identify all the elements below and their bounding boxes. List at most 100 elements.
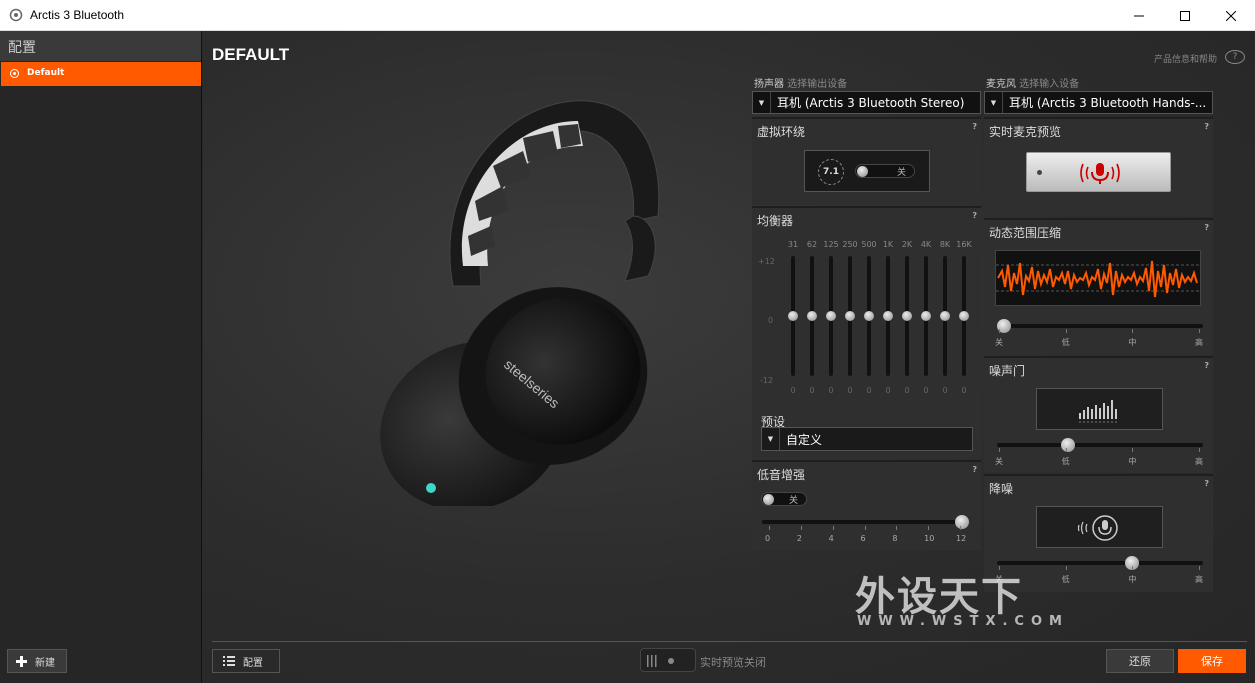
virtual-surround-panel: 虚拟环绕 ? 7.1 关 (752, 117, 981, 205)
slider-tick-mark (1199, 329, 1200, 333)
surround-71-icon: 7.1 (818, 159, 844, 185)
slider-tick-label: 6 (860, 534, 866, 543)
sidebar: 配置 Default 新建 (0, 31, 202, 683)
sidebar-item-label: Default (27, 68, 65, 78)
eq-freq-label: 250 (842, 240, 858, 249)
noise-reduction-visual (1036, 506, 1163, 548)
eq-band-knob[interactable] (883, 311, 893, 321)
eq-freq-label: 500 (861, 240, 877, 249)
slider-tick-mark (1065, 566, 1067, 570)
eq-freq-label: 1K (882, 240, 894, 249)
save-button[interactable]: 保存 (1178, 649, 1246, 673)
product-help-link[interactable]: 产品信息和帮助 (1154, 52, 1217, 65)
config-button[interactable]: 配置 (212, 649, 280, 673)
close-button[interactable] (1208, 0, 1254, 31)
eq-band-knob[interactable] (921, 311, 931, 321)
eq-band-knob[interactable] (864, 311, 874, 321)
eq-band-value: 0 (885, 386, 891, 395)
noise-reduction-slider[interactable] (997, 556, 1203, 570)
output-device-select[interactable]: ▼ 耳机 (Arctis 3 Bluetooth Stereo) (752, 91, 981, 114)
slider-knob[interactable] (1061, 438, 1075, 452)
slider-tick-mark (1065, 448, 1067, 452)
chevron-down-icon: ▼ (753, 92, 771, 113)
eq-band-knob[interactable] (807, 311, 817, 321)
mic-preview-button[interactable] (1026, 152, 1171, 192)
slider-tick-label: 低 (1061, 338, 1070, 347)
eq-band-value: 0 (790, 386, 796, 395)
surround-control: 7.1 关 (804, 150, 930, 192)
eq-band-knob[interactable] (788, 311, 798, 321)
eq-preset-select[interactable]: ▼ 自定义 (761, 427, 973, 451)
noise-gate-title: 噪声门 (989, 364, 1026, 378)
status-dot (1037, 170, 1042, 175)
page-title: DEFAULT (212, 45, 290, 64)
toggle-knob (857, 166, 868, 177)
noise-gate-slider[interactable] (997, 438, 1203, 452)
slider-tick-label: 8 (892, 534, 898, 543)
dynamic-range-slider[interactable] (997, 319, 1203, 333)
chevron-down-icon: ▼ (762, 428, 780, 450)
sidebar-item-default[interactable]: Default (1, 62, 201, 86)
maximize-icon (1180, 10, 1190, 21)
slider-tick-label: 中 (1128, 338, 1137, 347)
slider-tick-label: 10 (924, 534, 935, 543)
chevron-down-icon: ▼ (985, 92, 1003, 113)
slider-tick-mark (928, 526, 930, 530)
slider-tick-label: 高 (1195, 338, 1203, 347)
slider-tick-label: 12 (956, 534, 967, 543)
live-preview-switch[interactable] (640, 648, 696, 672)
help-bubble-icon[interactable]: ? (1225, 50, 1245, 64)
slider-tick-mark (769, 526, 770, 530)
help-icon[interactable]: ? (972, 122, 977, 131)
slider-tick-mark (999, 329, 1000, 333)
eq-band-knob[interactable] (959, 311, 969, 321)
eq-freq-label: 125 (823, 240, 839, 249)
help-icon[interactable]: ? (1204, 361, 1209, 370)
eq-band-value: 0 (809, 386, 815, 395)
output-device-label: 扬声器 选择输出设备 (754, 75, 847, 90)
equalizer-panel: 均衡器 ? +12 0 -12 31 0 62 0 125 0 250 0 500 0 1K 0 2K 0… (752, 206, 981, 459)
bass-boost-slider[interactable] (762, 515, 969, 529)
waveform-graph (995, 250, 1201, 306)
eq-freq-label: 4K (920, 240, 932, 249)
slider-tick-mark (896, 526, 898, 530)
microphone-noise-icon (1077, 515, 1118, 541)
help-icon[interactable]: ? (1204, 122, 1209, 131)
new-config-button[interactable]: 新建 (7, 649, 67, 673)
output-label-text: 扬声器 (754, 79, 784, 90)
selected-indicator-icon (10, 69, 19, 78)
slider-tick-label: 关 (995, 338, 1003, 347)
eq-freq-label: 2K (901, 240, 913, 249)
eq-scale-mid: 0 (768, 316, 774, 325)
eq-band-knob[interactable] (826, 311, 836, 321)
slider-tick-label: 高 (1195, 575, 1203, 584)
minimize-button[interactable] (1116, 0, 1162, 31)
virtual-surround-toggle[interactable]: 关 (855, 164, 915, 178)
help-icon[interactable]: ? (972, 211, 977, 220)
dynamic-range-panel: 动态范围压缩 ? 关 低 中 高 (984, 218, 1213, 355)
help-icon[interactable]: ? (1204, 223, 1209, 232)
restore-button[interactable]: 还原 (1106, 649, 1174, 673)
watermark-url: WWW.WSTX.COM (857, 614, 1069, 629)
slider-tick-label: 低 (1061, 575, 1070, 584)
slider-tick-label: 2 (796, 534, 802, 543)
headset-image: steelseries (380, 100, 660, 506)
eq-band-knob[interactable] (940, 311, 950, 321)
eq-freq-label: 31 (787, 240, 799, 249)
slider-knob[interactable] (955, 515, 969, 529)
bass-boost-toggle[interactable]: 关 (761, 492, 807, 506)
maximize-button[interactable] (1162, 0, 1208, 31)
eq-band-knob[interactable] (902, 311, 912, 321)
help-icon[interactable]: ? (1204, 479, 1209, 488)
help-icon[interactable]: ? (972, 465, 977, 474)
eq-band-value: 0 (847, 386, 853, 395)
slider-tick-mark (1065, 329, 1067, 333)
eq-preset-value: 自定义 (786, 432, 823, 447)
noise-reduction-title: 降噪 (989, 482, 1014, 496)
output-sub-text: 选择输出设备 (787, 79, 848, 90)
steelseries-app-icon (9, 8, 23, 22)
eq-band-knob[interactable] (845, 311, 855, 321)
toggle-state-label: 关 (788, 496, 798, 506)
eq-scale-top: +12 (758, 257, 775, 266)
input-device-select[interactable]: ▼ 耳机 (Arctis 3 Bluetooth Hands-... (984, 91, 1213, 114)
